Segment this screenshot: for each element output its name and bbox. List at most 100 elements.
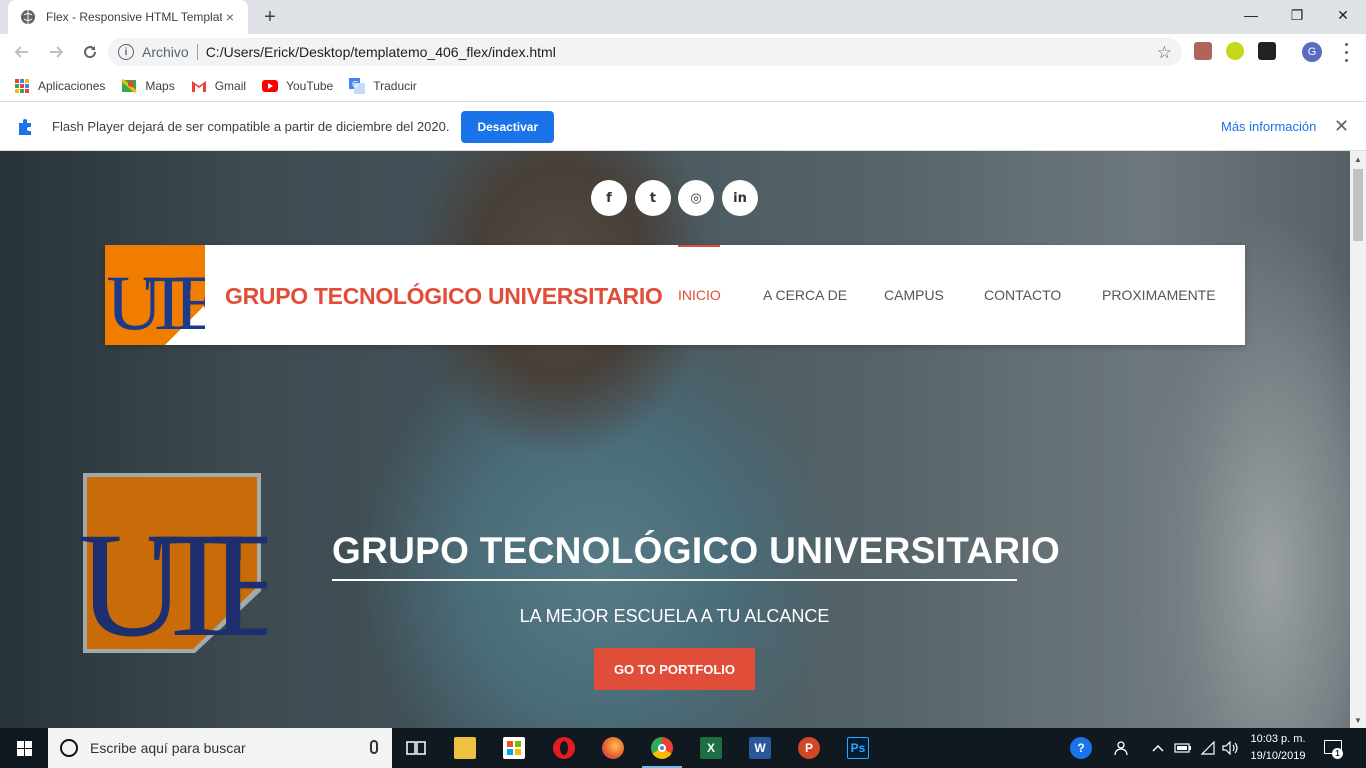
bookmark-youtube[interactable]: YouTube [262,78,333,94]
scroll-down-icon[interactable]: ▼ [1350,712,1366,728]
powerpoint-icon[interactable]: P [785,728,833,768]
menu-contacto[interactable]: CONTACTO [984,287,1061,303]
ute-logo[interactable]: UTE [105,245,205,345]
close-infobar-icon[interactable]: ✕ [1334,116,1349,137]
bookmark-traducir[interactable]: G Traducir [349,77,417,94]
pdf-extension-icon[interactable] [1194,42,1212,60]
photoshop-icon[interactable]: Ps [834,728,882,768]
window-controls: — ❐ ✕ [1228,0,1366,30]
task-view-icon[interactable] [392,728,440,768]
file-explorer-icon[interactable] [441,728,489,768]
active-menu-indicator [678,245,720,247]
page-viewport: f t ◎ in UTE GRUPO TECNOLÓGICO UNIVERSIT… [0,151,1350,728]
chrome-icon[interactable] [638,728,686,768]
bookmark-label: Aplicaciones [38,78,106,93]
puzzle-icon [19,118,31,135]
reload-button[interactable] [74,36,106,68]
cortana-icon [60,739,78,757]
menu-dots-icon[interactable] [1338,40,1354,64]
gmail-icon [191,78,207,94]
apps-grid-icon [14,78,30,94]
clock-time: 10:03 p. m. [1250,733,1306,745]
bookmarks-bar: Aplicaciones Maps Gmail YouTube G Traduc… [0,70,1366,102]
volume-icon[interactable] [1222,728,1240,768]
close-window-button[interactable]: ✕ [1320,0,1366,30]
new-tab-button[interactable]: + [260,6,280,28]
crown-extension-icon[interactable] [1258,42,1276,60]
url-text[interactable]: C:/Users/Erick/Desktop/templatemo_406_fl… [206,44,556,60]
browser-tab[interactable]: Flex - Responsive HTML Template × [8,0,248,34]
tab-strip: Flex - Responsive HTML Template × + — ❐ … [0,0,1366,34]
clock-date: 19/10/2019 [1250,750,1306,762]
word-icon[interactable]: W [736,728,784,768]
taskbar-search[interactable]: Escribe aquí para buscar [48,728,392,768]
browser-toolbar: i Archivo C:/Users/Erick/Desktop/templat… [0,34,1366,70]
dribbble-icon[interactable]: ◎ [678,180,714,216]
start-button[interactable] [0,728,48,768]
flash-infobar: Flash Player dejará de ser compatible a … [0,103,1366,151]
svg-text:UTE: UTE [77,502,267,659]
bookmark-label: Gmail [214,78,247,93]
minimize-button[interactable]: — [1228,0,1274,30]
twitter-icon[interactable]: t [635,180,671,216]
extension-green-icon[interactable] [1226,42,1244,60]
back-button[interactable] [6,36,38,68]
maximize-button[interactable]: ❐ [1274,0,1320,30]
bookmark-aplicaciones[interactable]: Aplicaciones [14,78,105,94]
bookmark-label: Maps [145,78,175,93]
more-info-link[interactable]: Más información [1221,119,1316,134]
portfolio-button[interactable]: GO TO PORTFOLIO [594,648,755,690]
menu-campus[interactable]: CAMPUS [884,287,944,303]
info-icon[interactable]: i [118,44,134,60]
infobar-message: Flash Player dejará de ser compatible a … [52,119,450,134]
opera-icon[interactable] [540,728,588,768]
profile-avatar[interactable]: G [1302,42,1322,62]
maps-icon [121,78,138,94]
taskbar-clock[interactable]: 10:03 p. m. 19/10/2019 [1240,731,1316,765]
excel-icon[interactable]: X [687,728,735,768]
globe-icon [20,9,36,25]
reload-icon [84,46,97,59]
battery-icon[interactable] [1174,728,1192,768]
tab-title: Flex - Responsive HTML Template [46,10,222,24]
address-bar[interactable]: i Archivo C:/Users/Erick/Desktop/templat… [108,38,1182,66]
hero-divider [332,579,1017,581]
menu-proximamente[interactable]: PROXIMAMENTE [1102,287,1216,303]
menu-a-cerca-de[interactable]: A CERCA DE [763,287,847,303]
svg-text:UTE: UTE [106,259,205,345]
help-icon[interactable]: ? [1070,728,1092,768]
people-icon[interactable] [1114,728,1132,768]
search-placeholder: Escribe aquí para buscar [90,740,246,756]
chevron-up-icon[interactable] [1152,728,1164,768]
deactivate-button[interactable]: Desactivar [461,110,555,143]
scroll-up-icon[interactable]: ▲ [1350,151,1366,167]
bookmark-maps[interactable]: Maps [121,78,175,94]
bookmark-star-icon[interactable]: ☆ [1157,43,1172,63]
menu-inicio[interactable]: INICIO [678,287,721,303]
facebook-icon[interactable]: f [591,180,627,216]
divider [196,44,198,60]
forward-button[interactable] [40,36,72,68]
bookmark-gmail[interactable]: Gmail [191,78,246,94]
bookmark-label: YouTube [286,78,334,93]
firefox-icon[interactable] [589,728,637,768]
youtube-icon [262,78,279,94]
notification-count: 1 [1332,748,1343,759]
bookmark-label: Traducir [373,78,417,93]
scheme-label: Archivo [142,44,189,60]
arrow-left-icon [14,46,28,58]
store-icon[interactable] [490,728,538,768]
site-navbar: UTE GRUPO TECNOLÓGICO UNIVERSITARIO INIC… [105,245,1245,345]
close-tab-icon[interactable]: × [222,9,238,25]
hero-title: GRUPO TECNOLÓGICO UNIVERSITARIO [332,530,1061,571]
page-scrollbar[interactable]: ▲ ▼ [1350,151,1366,728]
linkedin-icon[interactable]: in [722,180,758,216]
scroll-thumb[interactable] [1353,169,1363,241]
site-name[interactable]: GRUPO TECNOLÓGICO UNIVERSITARIO [225,283,663,310]
ute-hero-logo: UTE [77,473,267,659]
wifi-icon[interactable] [1200,728,1216,768]
microphone-icon[interactable] [370,740,378,754]
arrow-right-icon [50,46,64,58]
windows-icon [16,740,32,756]
hero-subtitle: LA MEJOR ESCUELA A TU ALCANCE [519,606,830,626]
